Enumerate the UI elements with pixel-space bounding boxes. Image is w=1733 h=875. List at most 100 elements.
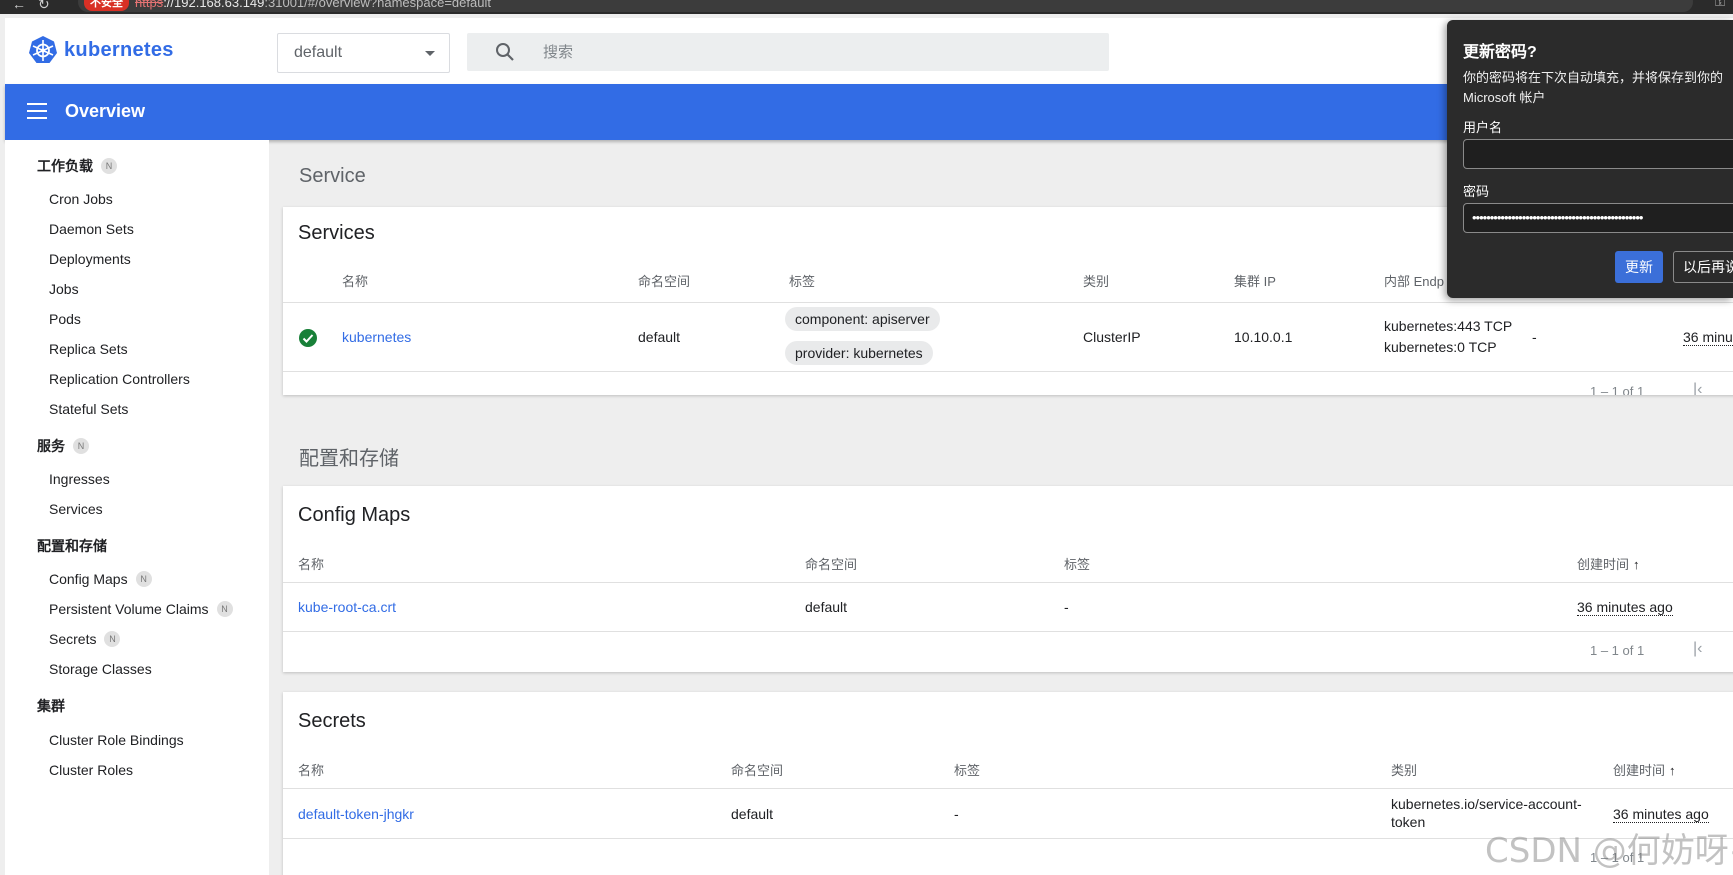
namespaced-badge: N [73, 438, 89, 454]
sidebar-item-daemon-sets[interactable]: Daemon Sets [49, 221, 134, 237]
kubernetes-logo[interactable]: kubernetes [28, 35, 174, 65]
password-update-dialog: 更新密码? 你的密码将在下次自动填充，并将保存到你的 Microsoft 帐户 … [1447, 20, 1733, 298]
label-chip: component: apiserver [785, 307, 940, 331]
sidebar-item-label: Config Maps [49, 571, 128, 587]
column-header-name[interactable]: 名称 [298, 760, 324, 779]
column-header-labels[interactable]: 标签 [954, 760, 980, 779]
sidebar-section-label: 集群 [37, 698, 65, 714]
sidebar-item-storage-classes[interactable]: Storage Classes [49, 661, 152, 677]
column-header-internal-endpoints[interactable]: 内部 Endp [1384, 271, 1444, 290]
divider [283, 788, 1733, 789]
sidebar-item-replication-controllers[interactable]: Replication Controllers [49, 371, 190, 387]
sidebar: 工作负载 N Cron Jobs Daemon Sets Deployments… [5, 140, 269, 875]
namespace-value: default [294, 44, 343, 61]
back-arrow-icon[interactable]: ← [12, 0, 26, 11]
sidebar-item-cluster-roles[interactable]: Cluster Roles [49, 762, 133, 778]
namespaced-badge: N [216, 601, 233, 617]
sidebar-section-label: 服务 [37, 438, 65, 454]
namespace-cell: default [638, 329, 681, 345]
column-header-namespace[interactable]: 命名空间 [805, 554, 857, 573]
sidebar-item-pods[interactable]: Pods [49, 311, 81, 327]
column-header-label: 创建时间 [1577, 557, 1630, 572]
sidebar-item-services[interactable]: Services [49, 501, 103, 517]
column-header-namespace[interactable]: 命名空间 [638, 271, 690, 290]
dialog-title: 更新密码? [1463, 44, 1537, 61]
sidebar-section-config[interactable]: 配置和存储 [37, 536, 107, 556]
arrow-up-icon: ↑ [1633, 557, 1640, 572]
page-title: Overview [65, 101, 146, 121]
caret-down-icon [425, 51, 435, 56]
sidebar-item-secrets[interactable]: Secrets N [49, 631, 121, 647]
labels-cell: - [1064, 599, 1069, 615]
sidebar-item-replica-sets[interactable]: Replica Sets [49, 341, 128, 357]
labels-cell: - [954, 806, 959, 822]
section-heading-config: 配置和存储 [299, 448, 399, 470]
first-page-icon[interactable]: |‹ [1693, 381, 1702, 395]
sidebar-item-label: Storage Classes [49, 661, 152, 677]
dialog-description-line: Microsoft 帐户 [1463, 90, 1546, 105]
reload-icon[interactable]: ↻ [38, 0, 50, 11]
hamburger-menu-icon[interactable] [27, 103, 47, 119]
logo-text: kubernetes [64, 38, 174, 61]
url-scheme: https [135, 0, 164, 10]
password-field[interactable]: ••••••••••••••••••••••••••••••••••••••••… [1463, 203, 1733, 233]
kubernetes-wheel-icon [29, 36, 57, 63]
sidebar-section-label: 配置和存储 [37, 538, 107, 554]
external-endpoints-cell: - [1532, 329, 1537, 345]
sidebar-item-ingresses[interactable]: Ingresses [49, 471, 110, 487]
section-heading-service: Service [299, 165, 366, 187]
column-header-type[interactable]: 类别 [1083, 271, 1109, 290]
sidebar-item-persistent-volume-claims[interactable]: Persistent Volume Claims N [49, 601, 233, 617]
password-mask: ••••••••••••••••••••••••••••••••••••••••… [1472, 210, 1643, 225]
type-cell: ClusterIP [1083, 329, 1141, 345]
watermark: CSDN @何妨呀~ [1485, 831, 1733, 871]
card-title: Config Maps [298, 504, 411, 526]
dialog-description: 你的密码将在下次自动填充，并将保存到你的 Microsoft 帐户 [1463, 68, 1733, 108]
insecure-badge[interactable]: 不安全 [84, 0, 129, 11]
url-text[interactable]: https://192.168.63.149:31001/#/overview?… [135, 0, 491, 10]
sidebar-item-jobs[interactable]: Jobs [49, 281, 79, 297]
column-header-labels[interactable]: 标签 [789, 271, 815, 290]
column-header-created[interactable]: 创建时间 ↑ [1613, 760, 1676, 779]
later-button[interactable]: 以后再说 [1673, 251, 1733, 283]
url-host: ://192.168.63.149 [163, 0, 265, 10]
config-maps-card: Config Maps 名称 命名空间 标签 创建时间 ↑ kube-root-c… [283, 486, 1733, 672]
address-bar[interactable]: 不安全 https://192.168.63.149:31001/#/overv… [78, 0, 1693, 12]
check-circle-icon [299, 329, 317, 347]
divider [283, 302, 1733, 303]
column-header-name[interactable]: 名称 [342, 271, 368, 290]
label-chip: provider: kubernetes [785, 341, 933, 365]
sidebar-item-config-maps[interactable]: Config Maps N [49, 571, 152, 587]
created-cell: 36 minutes ago [1577, 599, 1673, 616]
first-page-icon[interactable]: |‹ [1693, 640, 1702, 658]
username-field[interactable] [1463, 139, 1733, 169]
column-header-namespace[interactable]: 命名空间 [731, 760, 783, 779]
search-input[interactable] [543, 43, 1083, 61]
password-label: 密码 [1463, 184, 1490, 199]
sidebar-item-cluster-role-bindings[interactable]: Cluster Role Bindings [49, 732, 184, 748]
search-bar[interactable] [467, 33, 1109, 71]
column-header-labels[interactable]: 标签 [1064, 554, 1090, 573]
update-button[interactable]: 更新 [1615, 251, 1663, 283]
column-header-name[interactable]: 名称 [298, 554, 324, 573]
service-name-link[interactable]: kubernetes [342, 329, 411, 345]
sidebar-item-deployments[interactable]: Deployments [49, 251, 131, 267]
configmap-name-link[interactable]: kube-root-ca.crt [298, 599, 396, 615]
namespace-cell: default [731, 806, 774, 822]
cluster-ip-cell: 10.10.0.1 [1234, 329, 1293, 345]
search-icon [496, 43, 514, 61]
namespace-select[interactable]: default [277, 33, 450, 73]
namespaced-badge: N [101, 158, 117, 174]
secret-name-link[interactable]: default-token-jhgkr [298, 806, 414, 822]
sidebar-section-services[interactable]: 服务 N [37, 436, 89, 456]
key-icon[interactable]: ⚿ [1715, 0, 1725, 10]
sidebar-section-cluster[interactable]: 集群 [37, 696, 65, 716]
column-header-cluster-ip[interactable]: 集群 IP [1234, 271, 1276, 290]
column-header-created[interactable]: 创建时间 ↑ [1577, 554, 1640, 573]
column-header-type[interactable]: 类别 [1391, 760, 1417, 779]
sidebar-item-cron-jobs[interactable]: Cron Jobs [49, 191, 113, 207]
sidebar-section-workloads[interactable]: 工作负载 N [37, 156, 117, 176]
created-cell: 36 minutes ago [1613, 806, 1709, 823]
sidebar-item-stateful-sets[interactable]: Stateful Sets [49, 401, 128, 417]
divider [283, 371, 1733, 372]
